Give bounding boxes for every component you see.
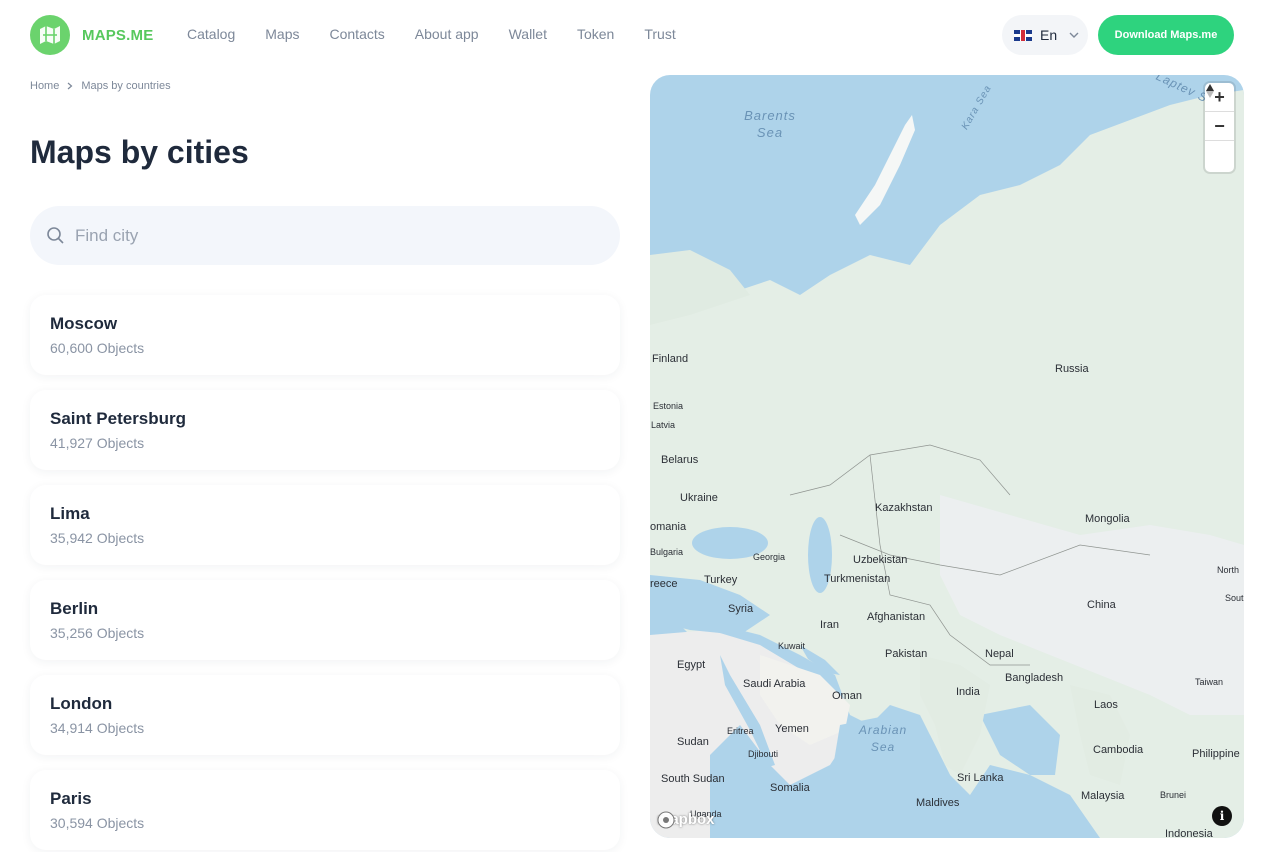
city-name: London [50,694,113,713]
map-country-label: Eritrea [727,726,754,736]
site-header: MAPS.ME Catalog Maps Contacts About app … [0,0,1261,72]
map-country-label: Turkey [704,574,738,586]
map-country-label: China [1087,599,1116,611]
nav-catalog[interactable]: Catalog [187,26,235,42]
map-country-label: reece [650,578,678,590]
city-object-count: 41,927 Objects [50,435,145,451]
map-country-label: Philippine [1192,748,1240,760]
nav-about-app[interactable]: About app [415,26,479,42]
map-country-label: Taiwan [1195,677,1224,687]
map-country-label: Latvia [651,420,676,430]
map-country-label: Georgia [753,552,786,562]
map-country-label: Bangladesh [1005,672,1064,684]
city-object-count: 35,256 Objects [50,625,145,641]
map-country-label: Ukraine [680,492,718,504]
city-name: Saint Petersburg [50,409,187,428]
world-map[interactable]: Barents Sea Kara Sea Laptev S Arabian Se… [650,75,1244,838]
main-nav: Catalog Maps Contacts About app Wallet T… [187,26,706,42]
map-country-label: Estonia [653,401,684,411]
city-object-count: 34,914 Objects [50,720,145,736]
map-country-label: Sout [1225,593,1244,603]
language-selector[interactable]: En [1002,15,1088,55]
map-country-label: Cambodia [1093,744,1144,756]
map-country-label: Kazakhstan [875,502,933,514]
map-country-label: South Sudan [661,773,725,785]
logo[interactable]: MAPS.ME [30,15,153,55]
city-card-london[interactable]: London 34,914 Objects [30,675,620,755]
language-label: En [1040,27,1058,43]
map-country-label: Russia [1055,363,1089,375]
map-country-label: Mongolia [1085,513,1130,525]
map-country-label: Kuwait [778,641,806,651]
map-zoom-controls: + − [1205,83,1234,172]
city-card-lima[interactable]: Lima 35,942 Objects [30,485,620,565]
city-card-saint-petersburg[interactable]: Saint Petersburg 41,927 Objects [30,390,620,470]
download-button[interactable]: Download Maps.me [1098,15,1234,55]
map-country-label: Maldives [916,797,960,809]
map-country-label: Brunei [1160,790,1187,800]
compass-icon [1206,84,1214,98]
map-country-label: Iran [820,619,839,631]
city-list: Moscow 60,600 Objects Saint Petersburg 4… [30,295,620,852]
city-object-count: 35,942 Objects [50,530,145,546]
map-country-label: Somalia [770,782,810,794]
map-country-label: India [956,686,980,698]
map-land [650,90,1244,838]
map-country-label: Syria [728,603,754,615]
map-country-label: Egypt [677,659,706,671]
city-object-count: 60,600 Objects [50,340,145,356]
map-country-label: Finland [652,353,689,365]
map-country-label: Laos [1094,699,1118,711]
city-card-moscow[interactable]: Moscow 60,600 Objects [30,295,620,375]
map-country-label: Indonesia [1165,828,1213,838]
map-country-label: Yemen [775,723,809,735]
map-country-label: North [1217,565,1240,575]
nav-wallet[interactable]: Wallet [509,26,547,42]
breadcrumb-current[interactable]: Maps by countries [81,80,170,92]
map-country-label: Malaysia [1081,790,1125,802]
map-country-label: Belarus [661,454,699,466]
city-name: Lima [50,504,90,523]
map-logo-icon [30,15,70,55]
search-icon [47,227,64,244]
city-name: Berlin [50,599,99,618]
uk-flag-icon [1014,29,1032,41]
city-search [30,206,620,265]
city-card-berlin[interactable]: Berlin 35,256 Objects [30,580,620,660]
page-title: Maps by cities [30,134,249,170]
map-country-label: Oman [832,690,862,702]
mapbox-logo[interactable]: mapbox [657,811,715,829]
city-name: Moscow [50,314,118,333]
chevron-right-icon [67,82,73,90]
map-sea-label: Barents Sea [744,108,796,140]
map-sea-label: Arabian Sea [858,723,908,754]
logo-text: MAPS.ME [82,26,154,44]
city-card-paris[interactable]: Paris 30,594 Objects [30,770,620,850]
nav-trust[interactable]: Trust [644,26,675,42]
info-button[interactable]: i [1212,806,1232,826]
map-country-label: Sri Lanka [957,772,1004,784]
city-name: Paris [50,789,92,808]
zoom-out-button[interactable]: − [1205,112,1234,141]
map-country-label: Nepal [985,648,1014,660]
map-country-label: Saudi Arabia [743,678,806,690]
map-country-label: Djibouti [748,749,779,759]
nav-contacts[interactable]: Contacts [330,26,385,42]
map-country-label: Uzbekistan [853,554,908,566]
map-country-label: Sudan [677,736,709,748]
map-country-label: Turkmenistan [824,573,891,585]
nav-token[interactable]: Token [577,26,614,42]
city-object-count: 30,594 Objects [50,815,145,831]
search-input[interactable] [75,225,575,246]
map-country-label: Afghanistan [867,611,926,623]
compass-button[interactable] [1205,84,1234,170]
map-country-label: Pakistan [885,648,928,660]
breadcrumb-home[interactable]: Home [30,80,59,92]
mapbox-icon [657,811,675,829]
breadcrumb: Home Maps by countries [30,80,171,92]
map-country-label: Bulgaria [650,547,684,557]
chevron-down-icon [1069,32,1079,38]
map-country-label: omania [650,521,687,533]
nav-maps[interactable]: Maps [265,26,299,42]
